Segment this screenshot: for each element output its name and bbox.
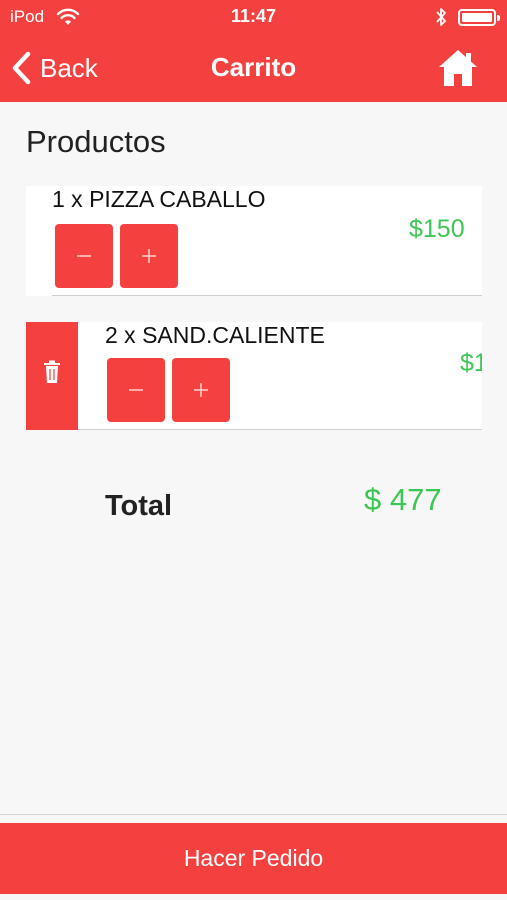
decrease-quantity-button[interactable] — [107, 358, 165, 422]
increase-quantity-button[interactable] — [120, 224, 178, 288]
decrease-quantity-button[interactable] — [55, 224, 113, 288]
status-time: 11:47 — [230, 6, 277, 26]
row-divider — [78, 429, 482, 430]
cart-item-row: 1 x PIZZA CABALLO $150 — [26, 186, 482, 296]
item-price: $150 — [409, 215, 465, 243]
increase-quantity-button[interactable] — [172, 358, 230, 422]
plus-icon — [142, 249, 156, 263]
products-heading: Productos — [26, 124, 166, 159]
item-name: 1 x PIZZA CABALLO — [52, 186, 266, 212]
home-icon[interactable] — [437, 48, 479, 88]
top-bar: iPod 11:47 Back Carrito — [0, 0, 507, 102]
item-price: $1 — [460, 349, 482, 377]
item-name: 2 x SAND.CALIENTE — [105, 322, 325, 348]
cart-screen: iPod 11:47 Back Carrito Productos 1 x PI… — [0, 0, 507, 900]
trash-icon — [44, 360, 60, 383]
page-title: Carrito — [210, 52, 297, 82]
plus-icon — [194, 383, 208, 397]
navigation-bar: Back Carrito — [0, 34, 507, 102]
row-divider — [52, 295, 482, 296]
battery-icon — [458, 9, 500, 26]
delete-item-button[interactable] — [26, 322, 78, 430]
cart-item-row: 2 x SAND.CALIENTE $1 — [26, 322, 482, 430]
total-label: Total — [105, 490, 173, 522]
bluetooth-icon — [436, 8, 446, 26]
total-value: $ 477 — [364, 482, 442, 517]
bottom-divider — [0, 814, 507, 815]
status-bar: iPod 11:47 — [0, 0, 507, 34]
minus-icon — [77, 255, 91, 257]
minus-icon — [129, 389, 143, 391]
place-order-button[interactable]: Hacer Pedido — [0, 823, 507, 894]
